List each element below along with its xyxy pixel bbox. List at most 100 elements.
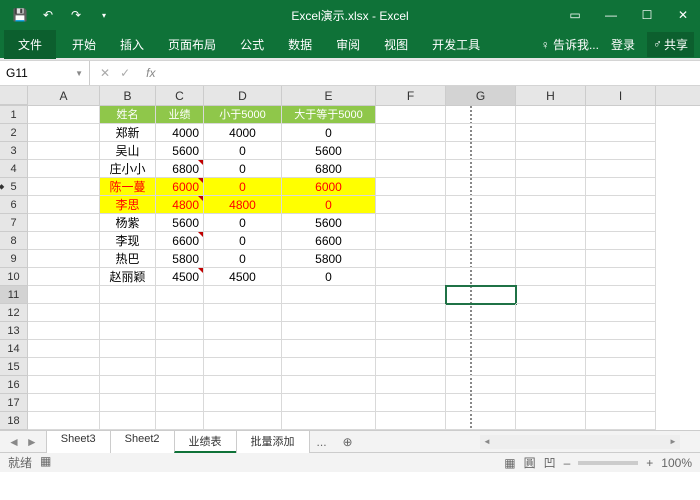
- cell-G3[interactable]: [446, 142, 516, 160]
- col-header-F[interactable]: F: [376, 86, 446, 105]
- cell-B18[interactable]: [100, 412, 156, 430]
- cell-I15[interactable]: [586, 358, 656, 376]
- row-header-7[interactable]: 7: [0, 214, 28, 232]
- cell-H11[interactable]: [516, 286, 586, 304]
- row-header-12[interactable]: 12: [0, 304, 28, 322]
- cell-E13[interactable]: [282, 322, 376, 340]
- cell-G18[interactable]: [446, 412, 516, 430]
- cell-G7[interactable]: [446, 214, 516, 232]
- cell-A8[interactable]: [28, 232, 100, 250]
- cell-G10[interactable]: [446, 268, 516, 286]
- cell-B7[interactable]: 杨紫: [100, 214, 156, 232]
- cell-I18[interactable]: [586, 412, 656, 430]
- sheet-tab-业绩表[interactable]: 业绩表: [174, 430, 237, 453]
- cell-I8[interactable]: [586, 232, 656, 250]
- row-header-1[interactable]: 1: [0, 106, 28, 124]
- col-header-H[interactable]: H: [516, 86, 586, 105]
- cell-I7[interactable]: [586, 214, 656, 232]
- cell-I3[interactable]: [586, 142, 656, 160]
- cell-B16[interactable]: [100, 376, 156, 394]
- cell-B13[interactable]: [100, 322, 156, 340]
- cell-F2[interactable]: [376, 124, 446, 142]
- cell-H8[interactable]: [516, 232, 586, 250]
- cell-F15[interactable]: [376, 358, 446, 376]
- cell-G6[interactable]: [446, 196, 516, 214]
- cell-D2[interactable]: 4000: [204, 124, 282, 142]
- cell-G9[interactable]: [446, 250, 516, 268]
- minimize-icon[interactable]: —: [594, 0, 628, 30]
- cell-E11[interactable]: [282, 286, 376, 304]
- row-header-11[interactable]: 11: [0, 286, 28, 304]
- cell-A7[interactable]: [28, 214, 100, 232]
- cell-A18[interactable]: [28, 412, 100, 430]
- cell-F3[interactable]: [376, 142, 446, 160]
- name-box[interactable]: G11 ▼: [0, 61, 90, 85]
- zoom-in-icon[interactable]: +: [646, 456, 653, 470]
- cell-C5[interactable]: 6000: [156, 178, 204, 196]
- cell-B10[interactable]: 赵丽颖: [100, 268, 156, 286]
- sheet-nav[interactable]: ◄►: [0, 435, 46, 449]
- cell-I13[interactable]: [586, 322, 656, 340]
- cell-D18[interactable]: [204, 412, 282, 430]
- view-normal-icon[interactable]: ▦: [504, 456, 515, 470]
- cell-A4[interactable]: [28, 160, 100, 178]
- cell-B1[interactable]: 姓名: [100, 106, 156, 124]
- cell-H10[interactable]: [516, 268, 586, 286]
- cell-A3[interactable]: [28, 142, 100, 160]
- cell-G5[interactable]: [446, 178, 516, 196]
- cell-B14[interactable]: [100, 340, 156, 358]
- view-pagebreak-icon[interactable]: 凹: [544, 454, 556, 471]
- row-header-3[interactable]: 3: [0, 142, 28, 160]
- cell-H1[interactable]: [516, 106, 586, 124]
- cell-D7[interactable]: 0: [204, 214, 282, 232]
- cell-G14[interactable]: [446, 340, 516, 358]
- cell-A12[interactable]: [28, 304, 100, 322]
- cell-C14[interactable]: [156, 340, 204, 358]
- scroll-left-icon[interactable]: ◄: [480, 435, 494, 449]
- row-header-5[interactable]: ⬥5: [0, 178, 28, 196]
- cell-F8[interactable]: [376, 232, 446, 250]
- cell-A1[interactable]: [28, 106, 100, 124]
- cell-G1[interactable]: [446, 106, 516, 124]
- confirm-icon[interactable]: ✓: [120, 66, 130, 80]
- cell-B12[interactable]: [100, 304, 156, 322]
- cell-B15[interactable]: [100, 358, 156, 376]
- undo-icon[interactable]: ↶: [36, 3, 60, 27]
- cell-F16[interactable]: [376, 376, 446, 394]
- cell-A2[interactable]: [28, 124, 100, 142]
- cell-B8[interactable]: 李现: [100, 232, 156, 250]
- cell-E18[interactable]: [282, 412, 376, 430]
- cell-E16[interactable]: [282, 376, 376, 394]
- tab-developer[interactable]: 开发工具: [420, 30, 492, 58]
- cell-E7[interactable]: 5600: [282, 214, 376, 232]
- col-header-B[interactable]: B: [100, 86, 156, 105]
- cell-H17[interactable]: [516, 394, 586, 412]
- cell-E3[interactable]: 5600: [282, 142, 376, 160]
- cell-E2[interactable]: 0: [282, 124, 376, 142]
- scroll-right-icon[interactable]: ►: [666, 435, 680, 449]
- tab-insert[interactable]: 插入: [108, 30, 156, 58]
- cell-I4[interactable]: [586, 160, 656, 178]
- chevron-down-icon[interactable]: ▼: [75, 69, 83, 78]
- cell-E10[interactable]: 0: [282, 268, 376, 286]
- cell-E12[interactable]: [282, 304, 376, 322]
- cell-C12[interactable]: [156, 304, 204, 322]
- cell-F4[interactable]: [376, 160, 446, 178]
- cell-H12[interactable]: [516, 304, 586, 322]
- cell-H15[interactable]: [516, 358, 586, 376]
- cell-E6[interactable]: 0: [282, 196, 376, 214]
- cell-I9[interactable]: [586, 250, 656, 268]
- cell-I2[interactable]: [586, 124, 656, 142]
- cell-D10[interactable]: 4500: [204, 268, 282, 286]
- row-header-9[interactable]: 9: [0, 250, 28, 268]
- cell-E8[interactable]: 6600: [282, 232, 376, 250]
- cell-F6[interactable]: [376, 196, 446, 214]
- cell-E1[interactable]: 大于等于5000: [282, 106, 376, 124]
- cell-D16[interactable]: [204, 376, 282, 394]
- add-sheet-icon[interactable]: ⊕: [335, 435, 361, 449]
- cell-H9[interactable]: [516, 250, 586, 268]
- row-header-8[interactable]: 8: [0, 232, 28, 250]
- cell-D8[interactable]: 0: [204, 232, 282, 250]
- cell-C4[interactable]: 6800: [156, 160, 204, 178]
- cell-A16[interactable]: [28, 376, 100, 394]
